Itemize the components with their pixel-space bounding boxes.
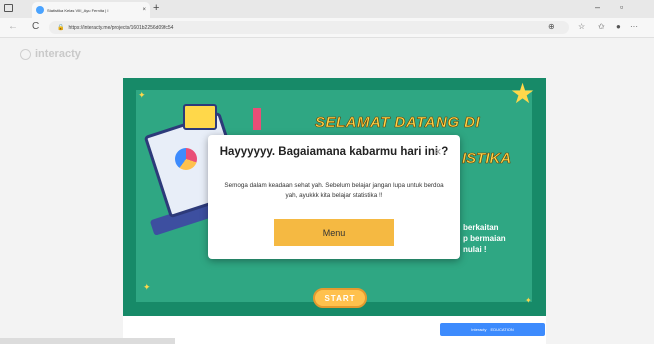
- star-icon: ✦: [525, 296, 532, 305]
- tab-actions-icon[interactable]: [4, 4, 13, 12]
- favorite-icon[interactable]: ☆: [578, 22, 585, 31]
- favicon-icon: [36, 6, 44, 14]
- tab-title: Statistika Kelas VIII_Ayu Fernita | I: [47, 7, 109, 13]
- pie-chart-illustration: [175, 148, 197, 170]
- start-button[interactable]: START: [313, 288, 367, 308]
- chart-card-illustration: [183, 104, 217, 130]
- profile-icon[interactable]: ●: [616, 22, 621, 31]
- intro-text-line: p bermaian: [463, 234, 506, 243]
- interacty-logo[interactable]: interacty: [20, 48, 81, 60]
- welcome-banner-subject: ISTIKA: [462, 150, 512, 168]
- lock-icon: 🔒: [57, 25, 65, 31]
- url-text: https://interacty.me/projects/1601b2256d…: [68, 24, 174, 31]
- welcome-banner: SELAMAT DATANG DI: [315, 114, 481, 132]
- big-star-icon: ★: [510, 78, 536, 109]
- close-icon[interactable]: ×: [434, 145, 442, 158]
- star-icon: ✦: [138, 90, 146, 100]
- status-bar: [0, 338, 175, 344]
- address-bar[interactable]: 🔒 https://interacty.me/projects/1601b225…: [49, 21, 569, 34]
- more-menu-icon[interactable]: ···: [630, 22, 638, 31]
- intro-text: berkaitan p bermaian nulai !: [463, 222, 506, 255]
- browser-tab[interactable]: Statistika Kelas VIII_Ayu Fernita | I ×: [32, 2, 150, 18]
- logo-text: interacty: [35, 48, 81, 60]
- tab-close-icon[interactable]: ×: [142, 7, 146, 13]
- back-button[interactable]: ←: [8, 21, 18, 33]
- menu-button[interactable]: Menu: [274, 219, 394, 246]
- interacty-education-badge[interactable]: Interacty EDUCATION: [440, 323, 545, 336]
- reload-button[interactable]: C: [32, 21, 39, 33]
- star-icon: ✦: [143, 282, 151, 292]
- badge-label: Interacty: [471, 327, 487, 332]
- new-tab-button[interactable]: +: [153, 3, 159, 14]
- intro-text-line: berkaitan: [463, 223, 499, 232]
- badge-label-education: EDUCATION: [490, 327, 514, 332]
- logo-icon: [20, 48, 31, 60]
- modal-message: Semoga dalam keadaan sehat yah. Sebelum …: [224, 182, 444, 199]
- favorites-bar-icon[interactable]: ✩: [598, 22, 605, 31]
- zoom-icon[interactable]: ⊕: [548, 22, 555, 31]
- bar-illustration: [253, 108, 261, 130]
- intro-text-line: nulai !: [463, 245, 487, 254]
- restore-button[interactable]: ▫: [620, 2, 623, 12]
- minimize-button[interactable]: –: [595, 2, 600, 12]
- modal-title: Hayyyyyy. Bagaiamana kabarmu hari ini ?: [219, 146, 449, 158]
